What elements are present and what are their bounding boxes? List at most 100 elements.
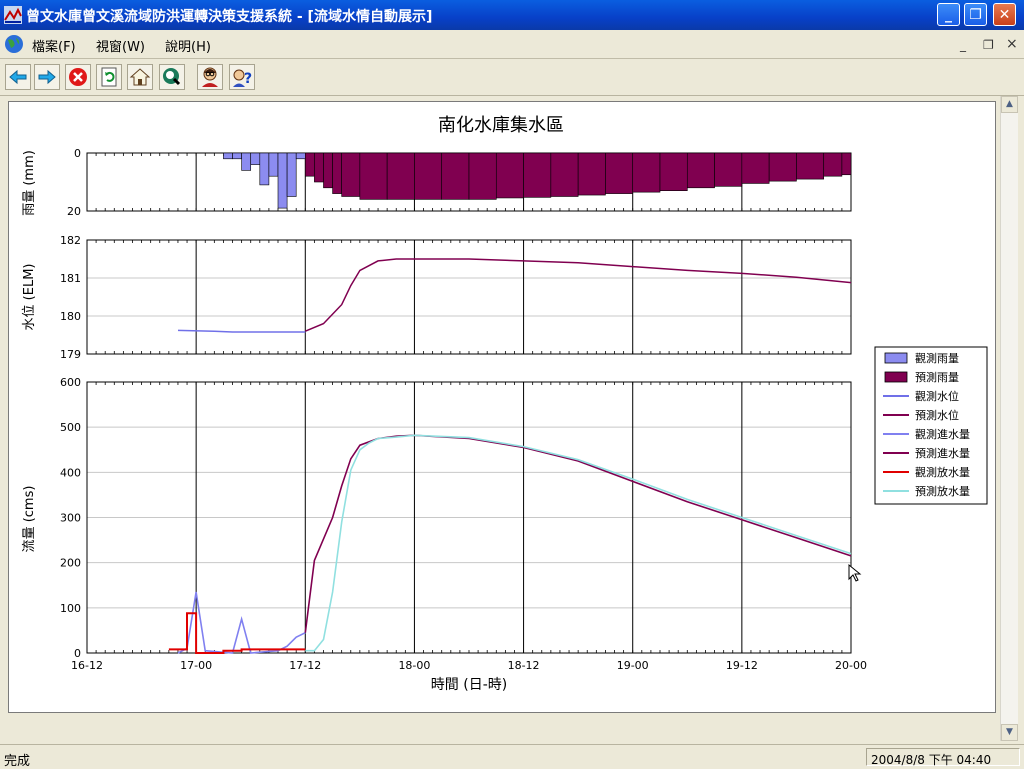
forecast-rain-bar <box>796 152 825 180</box>
level-tick-label-y: 179 <box>60 348 81 361</box>
minimize-button[interactable]: _ <box>937 3 960 26</box>
flow-tick-label-y: 200 <box>60 557 81 570</box>
observed-rain-bar <box>241 152 252 171</box>
toolbar: ? <box>0 59 1024 96</box>
vertical-scrollbar[interactable]: ▲ ▼ <box>1000 96 1018 741</box>
flow-tick-label-y: 500 <box>60 421 81 434</box>
chart-panel: 南化水庫集水區 0 20 179 180 181 182 0 100 200 300 400 50… <box>8 101 996 713</box>
forecast-rain-bar <box>841 152 852 176</box>
forecast-rain-bar <box>359 152 388 200</box>
forward-button[interactable] <box>34 64 60 90</box>
forecast-rain-bar <box>414 152 443 200</box>
flow-tick-label-x: 17-00 <box>180 659 212 672</box>
level-tick-label-y: 181 <box>60 272 81 285</box>
chart-title: 南化水庫集水區 <box>438 115 564 136</box>
flow-tick-label-y: 400 <box>60 466 81 479</box>
menu-file[interactable]: 檔案(F) <box>32 36 76 55</box>
y-axis-label-flow: 流量 (cms) <box>22 486 37 553</box>
forecast-rain-bar <box>441 152 470 200</box>
svg-text:?: ? <box>244 71 252 87</box>
mdi-restore-button[interactable]: ❐ <box>983 38 994 52</box>
y-axis-label-rain: 雨量 (mm) <box>22 150 37 216</box>
forecast-rain-bar <box>605 152 634 194</box>
level-tick-label-y: 180 <box>60 310 81 323</box>
observed-rain-bar <box>259 152 270 186</box>
observed-rain-bar <box>277 152 288 209</box>
app-icon <box>4 6 22 24</box>
legend-label: 預測進水量 <box>915 446 970 460</box>
status-text: 完成 <box>4 754 31 769</box>
flow-panel: 010020030040050060016-12 17-00 17-12 18-00 1… <box>60 376 867 672</box>
forward-icon <box>38 69 56 85</box>
forecast-rain-bar <box>314 152 324 183</box>
home-button[interactable] <box>127 64 153 90</box>
flow-tick-label-y: 300 <box>60 512 81 525</box>
stop-icon <box>69 68 87 86</box>
home-icon <box>129 68 151 86</box>
forecast-rain-bar <box>323 152 333 189</box>
forecast-rain-bar <box>714 152 743 187</box>
back-icon <box>9 69 27 85</box>
status-bar: 完成 2004/8/8 下午 04:40 <box>0 744 1024 769</box>
refresh-icon <box>101 67 117 87</box>
menu-help[interactable]: 說明(H) <box>165 36 211 55</box>
observed-rain-bar <box>286 152 297 197</box>
refresh-button[interactable] <box>96 64 122 90</box>
mdi-close-button[interactable]: × <box>1006 36 1018 52</box>
legend-swatch <box>884 352 908 364</box>
forecast-rain-bar <box>823 152 843 177</box>
forecast-rain-bar <box>686 152 715 189</box>
menu-bar: 檔案(F) 視窗(W) 說明(H) _ ❐ × <box>0 30 1024 59</box>
legend-label: 預測雨量 <box>915 370 959 384</box>
scroll-up-arrow-icon[interactable]: ▲ <box>1001 96 1018 113</box>
forecast-rain-bar <box>495 152 524 199</box>
maximize-button[interactable]: ❐ <box>964 3 987 26</box>
flow-tick-label-x: 18-00 <box>398 659 430 672</box>
x-axis-label: 時間 (日-時) <box>431 677 507 693</box>
legend-label: 觀測進水量 <box>915 427 970 441</box>
forecast-rain-bar <box>550 152 579 197</box>
back-button[interactable] <box>5 64 31 90</box>
forecast-rain-bar <box>768 152 797 182</box>
search-icon <box>163 68 181 86</box>
flow-tick-label-x: 19-00 <box>617 659 649 672</box>
forecast-rain-bar <box>386 152 415 200</box>
help-icon: ? <box>233 69 252 87</box>
flow-tick-label-x: 17-12 <box>289 659 321 672</box>
menu-window[interactable]: 視窗(W) <box>96 36 145 55</box>
flow-tick-label-x: 18-12 <box>508 659 540 672</box>
user-button[interactable] <box>197 64 223 90</box>
close-button[interactable]: ✕ <box>993 3 1016 26</box>
stop-button[interactable] <box>65 64 91 90</box>
observed-rain-bar <box>232 152 242 160</box>
window-title: 曾文水庫曾文溪流域防洪運轉決策支援系統 - [流域水情自動展示] <box>26 9 433 25</box>
forecast-rain-bar <box>659 152 688 192</box>
globe-icon[interactable] <box>3 34 25 54</box>
status-datetime: 2004/8/8 下午 04:40 <box>866 748 1020 767</box>
forecast-rain-bar <box>523 152 552 198</box>
user-icon <box>202 67 218 87</box>
level-tick-label-y: 182 <box>60 234 81 247</box>
forecast-rain-bar <box>468 152 497 200</box>
legend-label: 觀測水位 <box>915 389 959 403</box>
forecast-rain-bar <box>341 152 361 197</box>
y-axis-label-level: 水位 (ELM) <box>22 264 37 331</box>
rain-tick-label-y: 0 <box>74 147 81 160</box>
forecast-rain-bar <box>332 152 342 194</box>
forecast-rain-bar <box>741 152 770 184</box>
search-button[interactable] <box>159 64 185 90</box>
legend-label: 觀測雨量 <box>915 351 959 365</box>
legend-label: 預測水位 <box>915 408 959 422</box>
rain-tick-label-y: 20 <box>67 205 81 218</box>
hydrograph-chart: 南化水庫集水區 0 20 179 180 181 182 0 100 200 300 400 50… <box>22 115 988 693</box>
scroll-down-arrow-icon[interactable]: ▼ <box>1001 724 1018 741</box>
flow-tick-label-x: 20-00 <box>835 659 867 672</box>
content-area: 南化水庫集水區 0 20 179 180 181 182 0 100 200 300 400 50… <box>0 96 1024 744</box>
legend-label: 觀測放水量 <box>915 465 970 479</box>
help-button[interactable]: ? <box>229 64 255 90</box>
flow-tick-label-y: 600 <box>60 376 81 389</box>
water-level-panel: 179 180 181 182 <box>60 234 852 361</box>
mdi-minimize-button[interactable]: _ <box>960 38 966 52</box>
observed-rain-bar <box>268 152 279 177</box>
forecast-rain-bar <box>304 152 315 177</box>
